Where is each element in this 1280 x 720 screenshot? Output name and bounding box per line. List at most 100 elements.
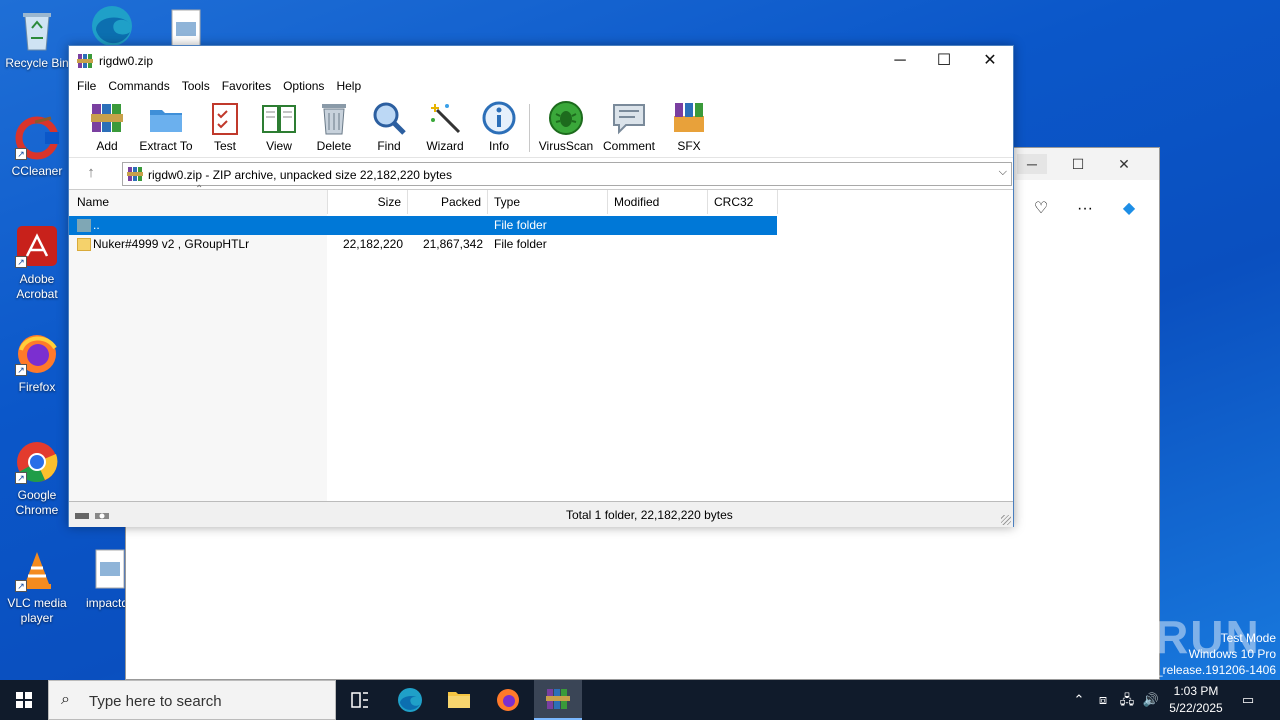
view-button[interactable]: View [249,100,309,153]
desktop-icon-recycle-bin[interactable]: Recycle Bin [1,8,73,71]
row-packed: 21,867,342 [422,237,483,251]
test-button[interactable]: Test [195,100,255,153]
more-options-icon[interactable]: ··· [1073,197,1097,221]
comment-button[interactable]: Comment [599,100,659,153]
find-button[interactable]: Find [359,100,419,153]
notifications-icon[interactable]: ▭ [1236,680,1260,720]
status-bar: Total 1 folder, 22,182,220 bytes [69,501,1013,527]
taskbar-file-explorer[interactable] [435,680,483,720]
desktop-icon-google-chrome[interactable]: ↗ Google Chrome [1,440,73,518]
toolbar-separator [529,104,530,152]
folder-icon [448,692,470,708]
archive-path-text: rigdw0.zip - ZIP archive, unpacked size … [148,168,452,182]
magnifier-icon [371,100,407,136]
shortcut-arrow-icon: ↗ [15,364,27,376]
taskbar: ⌕ Type here to search ⌃ ⧈ 🖧 🔊 1:03 PM 5/… [0,680,1280,720]
sort-ascending-icon: ⌃ [195,184,204,195]
start-button[interactable] [0,680,48,720]
close-button[interactable]: ✕ [967,46,1013,76]
delete-label: Delete [316,139,352,153]
build-line: b_release.191206-1406 [1149,663,1276,677]
folder-extract-icon [148,100,184,136]
minimize-button[interactable]: ─ [877,46,923,76]
virusscan-button[interactable]: VirusScan [536,100,596,153]
taskbar-firefox[interactable] [484,680,532,720]
firefox-icon [497,689,519,711]
row-name: .. [93,218,100,232]
sfx-button[interactable]: SFX [659,100,719,153]
health-icon[interactable]: ♡ [1029,197,1053,221]
chrome-icon: ↗ [15,440,59,484]
desktop-icon-vlc[interactable]: ↗ VLC media player [1,548,73,626]
resize-grip[interactable] [1001,515,1011,525]
desktop-icon-firefox[interactable]: ↗ Firefox [1,332,73,395]
virusscan-label: VirusScan [538,139,594,153]
sfx-label: SFX [677,139,701,153]
winrar-archive-icon [127,166,143,182]
menu-options[interactable]: Options [277,76,330,96]
up-arrow-icon[interactable]: ↑ [81,164,101,184]
tray-app-icon[interactable]: ⧈ [1092,680,1114,720]
desktop-icon-label: Adobe Acrobat [16,272,58,301]
row-type: File folder [494,218,547,232]
task-view-button[interactable] [336,680,384,720]
comment-icon [611,100,647,136]
taskbar-winrar[interactable] [534,680,582,720]
column-header-modified[interactable]: Modified [608,190,708,214]
table-row-parent[interactable]: .. File folder [69,216,777,235]
add-button[interactable]: Add [77,100,137,153]
menu-favorites[interactable]: Favorites [216,76,277,96]
clock-time: 1:03 PM [1173,684,1219,698]
windows-logo-icon [16,692,32,708]
column-header-packed[interactable]: Packed [408,190,488,214]
test-label: Test [213,139,236,153]
show-hidden-icons[interactable]: ⌃ [1068,680,1090,720]
info-icon [481,100,517,136]
edge-icon [90,4,134,48]
column-header-size[interactable]: Size [328,190,408,214]
minimize-icon[interactable]: ─ [1017,154,1047,174]
menu-commands[interactable]: Commands [102,76,175,96]
volume-icon[interactable]: 🔊 [1140,680,1162,720]
menu-bar: File Commands Tools Favorites Options He… [69,76,1013,96]
menu-tools[interactable]: Tools [176,76,216,96]
find-label: Find [377,139,401,153]
chevron-down-icon[interactable]: ⌵ [999,166,1007,179]
copilot-icon[interactable]: ◆ [1117,197,1141,221]
comment-label: Comment [602,139,655,153]
acrobat-icon: ↗ [15,224,59,268]
close-icon[interactable]: ✕ [1109,154,1139,174]
clipboard-check-icon [207,100,243,136]
maximize-button[interactable]: ☐ [921,46,967,76]
menu-file[interactable]: File [71,76,102,96]
info-button[interactable]: Info [469,100,529,153]
book-icon [261,100,297,136]
wizard-button[interactable]: Wizard [415,100,475,153]
shortcut-arrow-icon: ↗ [15,580,27,592]
winrar-icon [546,689,570,709]
wizard-label: Wizard [426,139,464,153]
desktop-icon-label: VLC media player [7,596,67,625]
status-text: Total 1 folder, 22,182,220 bytes [566,508,733,522]
maximize-icon[interactable]: ☐ [1063,154,1093,174]
desktop-icon-label: Firefox [18,380,56,394]
archive-path-field[interactable]: rigdw0.zip - ZIP archive, unpacked size … [122,162,1012,186]
extract-to-button[interactable]: Extract To [136,100,196,153]
taskbar-search[interactable]: ⌕ Type here to search [48,680,336,720]
shortcut-arrow-icon: ↗ [15,148,27,160]
ccleaner-icon: ↗ [15,116,59,160]
column-header-type[interactable]: Type [488,190,608,214]
delete-button[interactable]: Delete [304,100,364,153]
network-icon[interactable]: 🖧 [1116,680,1138,720]
desktop-icon-label: CCleaner [11,164,63,178]
table-row[interactable]: Nuker#4999 v2 , GRoupHTLr 22,182,220 21,… [69,235,777,254]
background-titlebar: ─ ☐ ✕ [1013,148,1159,180]
shortcut-arrow-icon: ↗ [15,472,27,484]
desktop-icon-ccleaner[interactable]: ↗ CCleaner [1,116,73,179]
desktop-icon-adobe-acrobat[interactable]: ↗ Adobe Acrobat [1,224,73,302]
menu-help[interactable]: Help [330,76,367,96]
taskbar-edge[interactable] [386,680,434,720]
taskbar-clock[interactable]: 1:03 PM 5/22/2025 [1160,683,1232,717]
winrar-window: rigdw0.zip ─ ☐ ✕ File Commands Tools Fav… [68,45,1014,527]
column-header-crc32[interactable]: CRC32 [708,190,778,214]
